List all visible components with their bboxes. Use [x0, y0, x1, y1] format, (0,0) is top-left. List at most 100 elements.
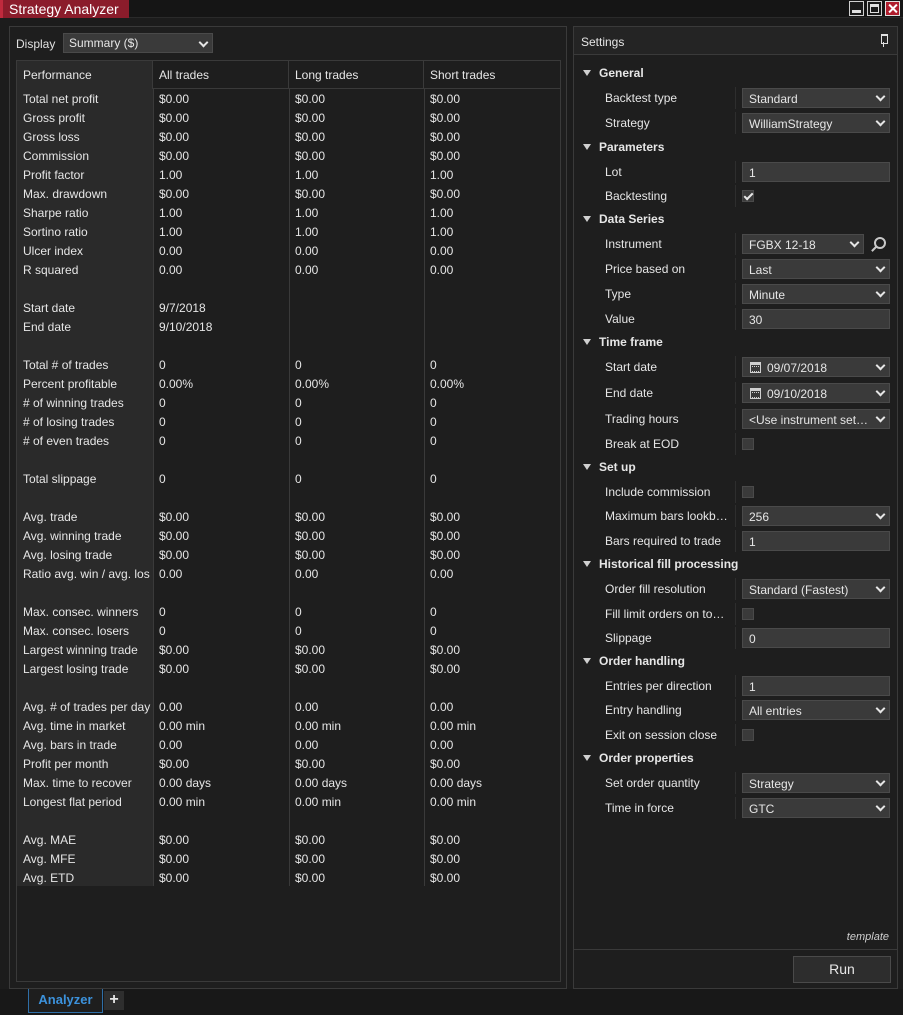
table-row: Ratio avg. win / avg. los 0.00 0.00 0.00 [17, 565, 560, 584]
table-cell: 1.00 [295, 225, 319, 239]
property-dropdown[interactable]: Strategy [742, 773, 890, 793]
table-row [17, 489, 560, 508]
collapse-triangle-icon[interactable] [583, 755, 591, 761]
property-row: Value 30 [574, 308, 894, 330]
property-dropdown[interactable]: Standard (Fastest) [742, 579, 890, 599]
table-cell: $0.00 [159, 529, 190, 543]
date-picker[interactable]: 09/07/2018 [742, 357, 890, 377]
section-header[interactable]: Time frame [574, 332, 894, 352]
property-dropdown[interactable]: Minute [742, 284, 890, 304]
collapse-triangle-icon[interactable] [583, 144, 591, 150]
property-label: Exit on session close [605, 728, 718, 742]
chevron-down-icon[interactable] [875, 509, 886, 520]
table-cell: $0.00 [295, 187, 326, 201]
pin-icon[interactable] [880, 34, 888, 48]
chevron-down-icon[interactable] [875, 582, 886, 593]
property-row: Maximum bars lookback 256 [574, 505, 894, 527]
property-dropdown[interactable]: Standard [742, 88, 890, 108]
property-row: Entry handling All entries [574, 699, 894, 721]
property-dropdown[interactable]: <Use instrument settings> [742, 409, 890, 429]
chevron-down-icon[interactable] [875, 386, 886, 397]
property-input[interactable]: 0 [742, 628, 890, 648]
table-cell: 0 [159, 624, 166, 638]
row-label: Gross profit [23, 111, 86, 125]
property-dropdown[interactable]: All entries [742, 700, 890, 720]
row-label: Avg. bars in trade [23, 738, 117, 752]
collapse-triangle-icon[interactable] [583, 216, 591, 222]
chevron-down-icon[interactable] [849, 237, 860, 248]
column-header-short-trades[interactable]: Short trades [424, 61, 560, 89]
add-tab-button[interactable]: + [104, 991, 124, 1010]
chevron-down-icon[interactable] [875, 703, 886, 714]
chevron-down-icon[interactable] [875, 262, 886, 273]
property-dropdown[interactable]: GTC [742, 798, 890, 818]
property-input[interactable]: 30 [742, 309, 890, 329]
property-value: 1 [749, 166, 756, 180]
display-dropdown[interactable]: Summary ($) [63, 33, 213, 53]
chevron-down-icon[interactable] [875, 412, 886, 423]
table-cell: 0.00 min [159, 719, 206, 733]
search-icon[interactable] [870, 236, 886, 252]
run-button[interactable]: Run [793, 956, 891, 983]
table-cell: $0.00 [430, 187, 461, 201]
collapse-triangle-icon[interactable] [583, 70, 591, 76]
calendar-icon[interactable] [750, 388, 761, 399]
table-cell: $0.00 [159, 852, 190, 866]
table-cell: $0.00 [159, 643, 190, 657]
table-cell: 0 [430, 358, 437, 372]
table-cell: $0.00 [159, 871, 190, 885]
table-row: # of winning trades 0 0 0 [17, 394, 560, 413]
property-checkbox[interactable] [742, 438, 754, 450]
collapse-triangle-icon[interactable] [583, 464, 591, 470]
table-row: Avg. bars in trade 0.00 0.00 0.00 [17, 736, 560, 755]
section-header[interactable]: Order properties [574, 748, 894, 768]
table-cell: 0 [159, 605, 166, 619]
collapse-triangle-icon[interactable] [583, 339, 591, 345]
chevron-down-icon[interactable] [875, 776, 886, 787]
minimize-icon[interactable] [849, 1, 864, 16]
property-label: Start date [605, 360, 658, 374]
property-value: 09/10/2018 [767, 387, 828, 401]
property-label: Backtesting [605, 189, 668, 203]
column-header-performance[interactable]: Performance [17, 61, 153, 89]
property-input[interactable]: 1 [742, 162, 890, 182]
divider [735, 772, 736, 794]
table-cell: $0.00 [430, 510, 461, 524]
chevron-down-icon[interactable] [875, 116, 886, 127]
property-dropdown[interactable]: Last [742, 259, 890, 279]
table-cell: $0.00 [295, 130, 326, 144]
property-dropdown[interactable]: WilliamStrategy [742, 113, 890, 133]
property-input[interactable]: 1 [742, 676, 890, 696]
close-icon[interactable] [885, 1, 900, 16]
section-header[interactable]: Historical fill processing [574, 554, 894, 574]
calendar-icon[interactable] [750, 362, 761, 373]
collapse-triangle-icon[interactable] [583, 561, 591, 567]
tab-analyzer[interactable]: Analyzer [28, 989, 103, 1013]
table-row [17, 280, 560, 299]
property-checkbox[interactable] [742, 729, 754, 741]
property-dropdown[interactable]: 256 [742, 506, 890, 526]
section-header[interactable]: Parameters [574, 137, 894, 157]
property-checkbox[interactable] [742, 486, 754, 498]
property-dropdown[interactable]: FGBX 12-18 [742, 234, 864, 254]
property-checkbox[interactable] [742, 608, 754, 620]
table-cell: 0 [430, 624, 437, 638]
chevron-down-icon[interactable] [875, 91, 886, 102]
collapse-triangle-icon[interactable] [583, 658, 591, 664]
property-checkbox[interactable] [742, 190, 754, 202]
column-header-all-trades[interactable]: All trades [153, 61, 289, 89]
template-link[interactable]: template [847, 931, 889, 943]
chevron-down-icon[interactable] [875, 801, 886, 812]
section-header[interactable]: General [574, 63, 894, 83]
section-header[interactable]: Order handling [574, 651, 894, 671]
maximize-icon[interactable] [867, 1, 882, 16]
section-header[interactable]: Data Series [574, 209, 894, 229]
chevron-down-icon[interactable] [875, 360, 886, 371]
property-input[interactable]: 1 [742, 531, 890, 551]
column-header-long-trades[interactable]: Long trades [289, 61, 424, 89]
table-cell: 0.00 [430, 738, 454, 752]
section-header[interactable]: Set up [574, 457, 894, 477]
chevron-down-icon[interactable] [875, 287, 886, 298]
date-picker[interactable]: 09/10/2018 [742, 383, 890, 403]
divider [735, 530, 736, 552]
